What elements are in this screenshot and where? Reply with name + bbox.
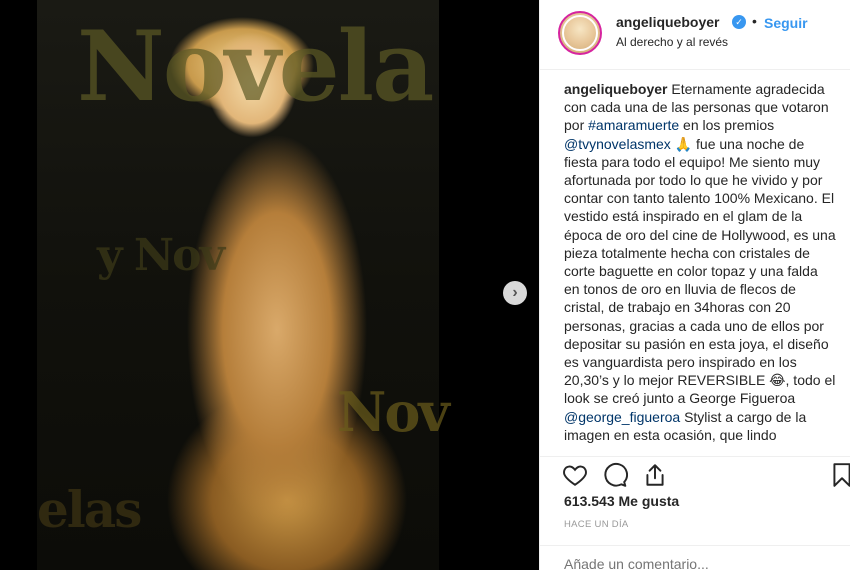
caption-segment: 🙏 fue una noche de fiesta para todo el e… xyxy=(564,135,836,407)
caption-link[interactable]: @george_figueroa xyxy=(564,409,680,425)
heart-icon[interactable] xyxy=(562,462,588,488)
verified-badge-icon: ✓ xyxy=(732,15,746,29)
background-text: Novela xyxy=(77,10,434,123)
next-photo-button[interactable]: › xyxy=(503,281,527,305)
post-header: angeliqueboyer ✓ • Seguir Al derecho y a… xyxy=(540,0,850,70)
username-link[interactable]: angeliqueboyer xyxy=(616,14,719,30)
dot-separator: • xyxy=(752,13,757,29)
location-link[interactable]: Al derecho y al revés xyxy=(616,35,728,49)
caption-segment: en los premios xyxy=(679,117,775,134)
caption-text: Eternamente agradecida con cada una de l… xyxy=(564,81,836,443)
likes-label: Me gusta xyxy=(618,493,680,509)
likes-number: 613.543 xyxy=(564,493,615,509)
caption-link[interactable]: @tvynovelasmex xyxy=(564,136,671,152)
background-text: elas xyxy=(37,480,142,539)
chevron-right-icon: › xyxy=(512,284,518,301)
comment-box xyxy=(540,545,850,570)
follow-button[interactable]: Seguir xyxy=(764,15,808,31)
caption-link[interactable]: #amaramuerte xyxy=(588,117,679,133)
comment-icon[interactable] xyxy=(602,462,628,488)
caption: angeliqueboyer Eternamente agradecida co… xyxy=(564,80,836,456)
background-text: y Nov xyxy=(97,230,225,281)
post-media: Novela y Nov Nov elas › xyxy=(0,0,539,570)
likes-count[interactable]: 613.543 Me gusta xyxy=(564,493,679,509)
background-text: Nov xyxy=(337,380,450,444)
action-bar xyxy=(540,456,850,488)
post-photo[interactable]: Novela y Nov Nov elas xyxy=(37,0,450,570)
post-sidebar: angeliqueboyer ✓ • Seguir Al derecho y a… xyxy=(539,0,850,570)
timestamp[interactable]: Hace un día xyxy=(564,519,629,530)
caption-username[interactable]: angeliqueboyer xyxy=(564,81,667,97)
comment-input[interactable] xyxy=(564,556,824,570)
avatar[interactable] xyxy=(558,11,602,55)
share-icon[interactable] xyxy=(642,462,668,488)
bookmark-icon[interactable] xyxy=(829,462,850,488)
